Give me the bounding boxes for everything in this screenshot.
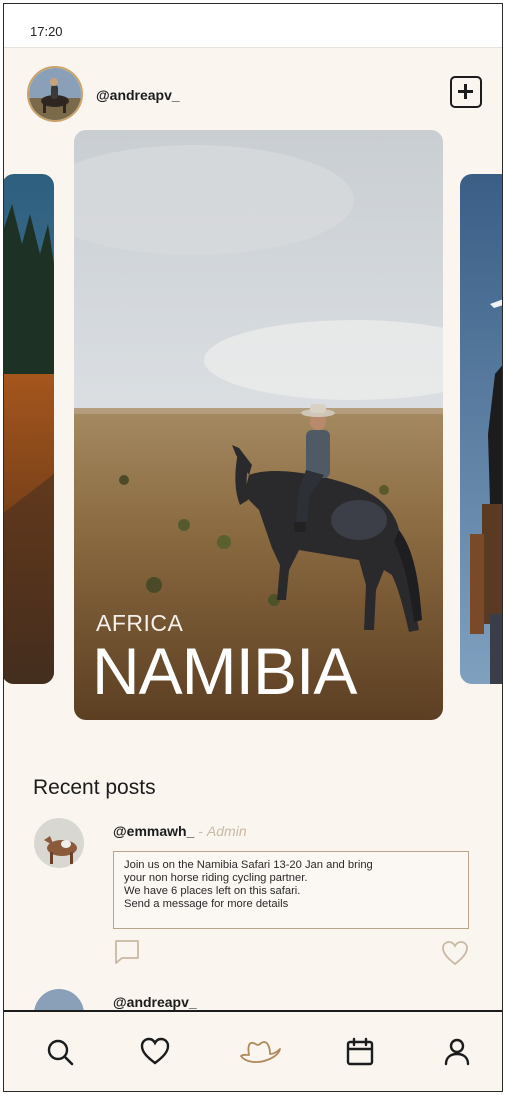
post-line: your non horse riding cycling partner. [124, 872, 308, 884]
bottom-tab-bar [4, 1010, 502, 1091]
carousel-card-previous[interactable] [4, 174, 54, 684]
recent-posts-heading: Recent posts [33, 776, 156, 799]
app-screen: 17:20 @andreapv_ AFRICA NAMIBIA Recent p… [3, 3, 503, 1092]
post-line: We have 6 places left on this safari. [124, 885, 301, 897]
heart-icon[interactable] [441, 940, 469, 966]
search-icon[interactable] [44, 1036, 76, 1068]
avatar[interactable] [27, 66, 83, 122]
post-body: Join us on the Namibia Safari 13-20 Jan … [113, 851, 469, 929]
comment-icon[interactable] [114, 939, 140, 965]
status-time: 17:20 [30, 24, 63, 39]
heart-icon[interactable] [139, 1036, 171, 1068]
plus-square-icon[interactable] [450, 76, 482, 108]
card-country: NAMIBIA [92, 634, 357, 708]
user-icon[interactable] [441, 1036, 473, 1068]
featured-carousel[interactable]: AFRICA NAMIBIA [4, 130, 502, 725]
calendar-icon[interactable] [344, 1036, 376, 1068]
post-card: @emmawh_ - Admin Join us on the Namibia S… [4, 814, 502, 974]
post-author[interactable]: @emmawh_ [113, 823, 194, 839]
card-region: AFRICA [96, 610, 184, 636]
profile-header: @andreapv_ [4, 64, 502, 128]
profile-username[interactable]: @andreapv_ [96, 87, 180, 103]
post-separator: - [198, 823, 204, 839]
carousel-card-next[interactable] [460, 174, 502, 684]
post-author-role: Admin [206, 823, 247, 839]
post-author[interactable]: @andreapv_ [113, 994, 197, 1010]
post-author-line: @emmawh_ - Admin [113, 823, 247, 839]
status-bar: 17:20 [4, 4, 502, 48]
featured-trip-card[interactable]: AFRICA NAMIBIA [74, 130, 443, 720]
post-line: Join us on the Namibia Safari 13-20 Jan … [124, 859, 373, 871]
avatar[interactable] [34, 818, 84, 868]
cowboy-hat-icon[interactable] [237, 1036, 283, 1068]
post-line: Send a message for more details [124, 898, 289, 910]
